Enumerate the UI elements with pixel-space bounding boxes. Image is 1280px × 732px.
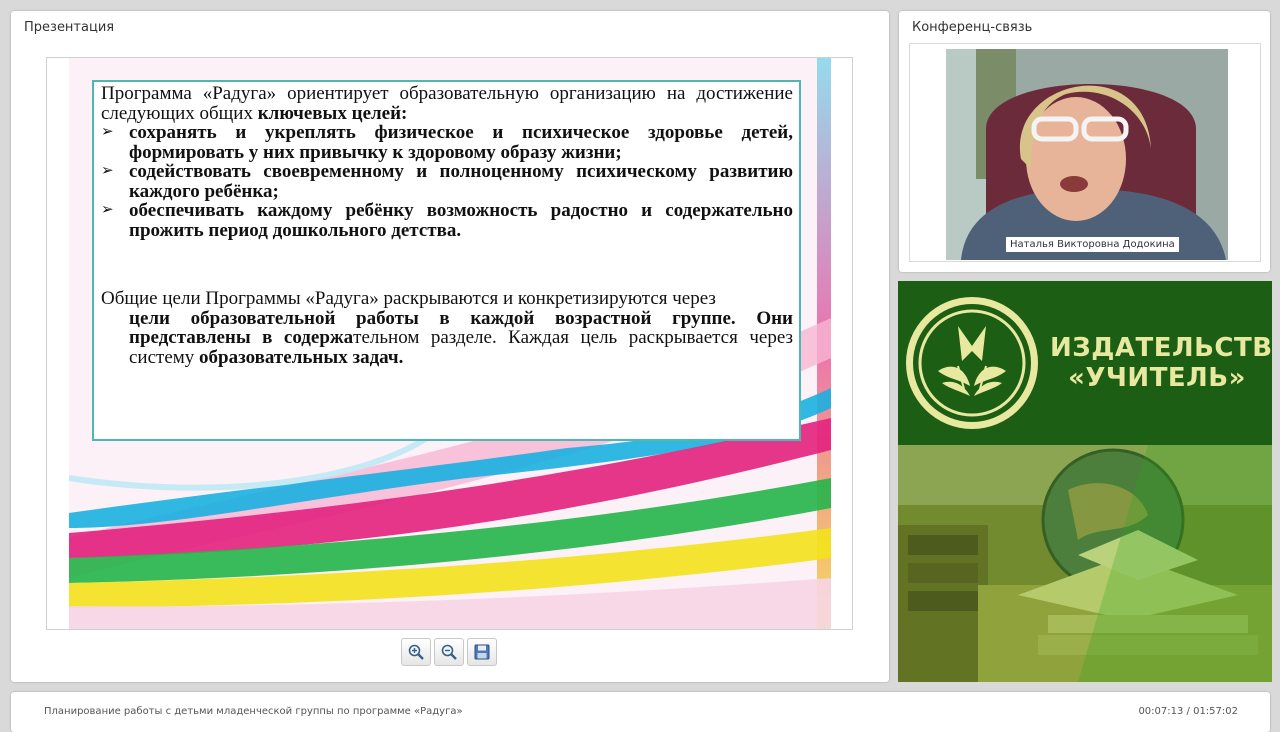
zoom-in-icon <box>408 644 424 660</box>
presentation-panel: Презентация Программа «Радуга» ориентиру… <box>11 11 889 682</box>
video-frame: Наталья Викторовна Додокина <box>909 43 1261 262</box>
slide-outro-continued: цели образовательной работы в каждой воз… <box>101 308 793 368</box>
slide-intro-text: Программа «Радуга» ориентирует образоват… <box>101 83 793 124</box>
zoom-out-icon <box>441 644 457 660</box>
arrow-bullet-icon: ➢ <box>101 163 114 179</box>
slide-bullet: ➢ содействовать своевременному и полноце… <box>101 162 793 201</box>
slide-bullet-text: содействовать своевременному и полноценн… <box>129 161 793 202</box>
presentation-panel-title: Презентация <box>24 20 115 35</box>
conference-panel-title: Конференц-связь <box>912 20 1033 35</box>
lecture-title: Планирование работы с детьми младенческо… <box>44 706 463 717</box>
slide-intro: Программа «Радуга» ориентирует образоват… <box>101 84 793 123</box>
arrow-bullet-icon: ➢ <box>101 124 114 140</box>
publisher-name-line1: ИЗДАТЕЛЬСТВО <box>1050 333 1272 363</box>
slide: Программа «Радуга» ориентирует образоват… <box>46 57 853 630</box>
save-button[interactable] <box>467 638 497 666</box>
publisher-photo <box>898 445 1272 682</box>
save-icon <box>474 644 490 660</box>
books-and-globe-image <box>898 445 1272 682</box>
bottom-bar: Планирование работы с детьми младенческо… <box>11 692 1270 732</box>
publisher-banner: ИЗДАТЕЛЬСТВО «УЧИТЕЛЬ» <box>898 281 1272 445</box>
zoom-out-button[interactable] <box>434 638 464 666</box>
slide-bullet-text: сохранять и укреплять физическое и психи… <box>129 122 793 163</box>
slide-outro: Общие цели Программы «Радуга» раскрывают… <box>101 289 793 309</box>
slide-bullet: ➢ сохранять и укреплять физическое и пси… <box>101 123 793 162</box>
speaker-name-label: Наталья Викторовна Додокина <box>1006 237 1179 252</box>
slide-text-box: Программа «Радуга» ориентирует образоват… <box>92 80 801 441</box>
slide-intro-bold: ключевых целей: <box>257 102 408 124</box>
playback-timer: 00:07:13 / 01:57:02 <box>1138 706 1238 717</box>
speaker-video[interactable]: Наталья Викторовна Додокина <box>946 49 1228 260</box>
slide-outro-bold-end: образовательных задач. <box>199 346 404 368</box>
speaker-video-image <box>946 49 1228 260</box>
zoom-in-button[interactable] <box>401 638 431 666</box>
publisher-name-line2: «УЧИТЕЛЬ» <box>1068 363 1246 393</box>
slide-outro-line1: Общие цели Программы «Радуга» раскрывают… <box>101 288 716 309</box>
publisher-logo-icon <box>906 297 1038 429</box>
slide-bullet-text: обеспечивать каждому ребёнку возможность… <box>129 200 793 241</box>
publisher-name: ИЗДАТЕЛЬСТВО «УЧИТЕЛЬ» <box>1050 333 1272 393</box>
conference-panel: Конференц-связь Наталья Викторовна Додок… <box>899 11 1270 272</box>
slide-toolbar <box>401 638 497 666</box>
slide-bullet: ➢ обеспечивать каждому ребёнку возможнос… <box>101 201 793 240</box>
arrow-bullet-icon: ➢ <box>101 202 114 218</box>
